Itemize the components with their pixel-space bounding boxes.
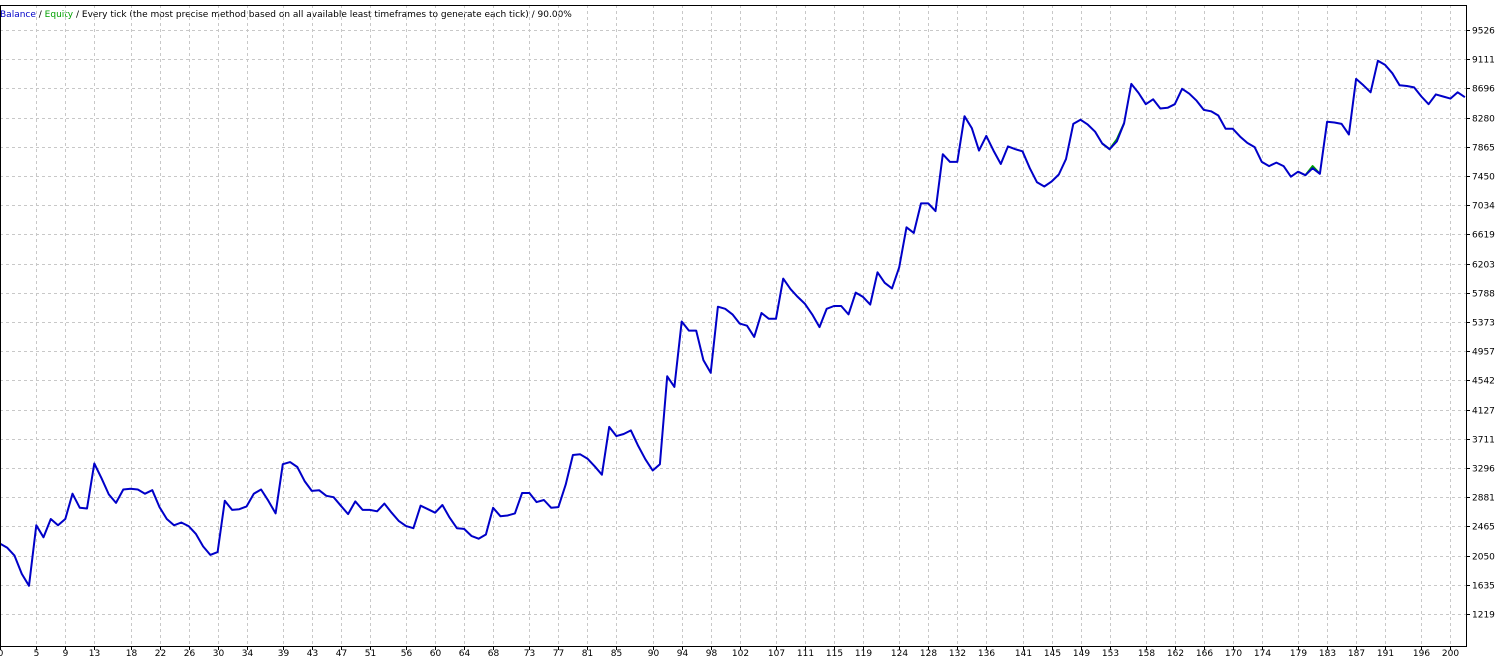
x-tick-label: 34 xyxy=(242,649,254,658)
x-tick-label: 183 xyxy=(1319,649,1336,658)
y-tick-label: 1219 xyxy=(1472,611,1495,621)
x-tick-label: 77 xyxy=(553,649,564,658)
x-tick-label: 9 xyxy=(63,649,69,658)
x-axis: 0 5 9 13 18 22 26 30 34 39 43 47 51 56 60 64 68 73 77 81 85 9… xyxy=(0,646,1459,658)
x-tick-label: 81 xyxy=(582,649,593,658)
x-tick-label: 162 xyxy=(1167,649,1184,658)
x-tick-label: 56 xyxy=(401,649,413,658)
x-tick-label: 179 xyxy=(1290,649,1307,658)
y-tick-label: 3711 xyxy=(1472,436,1495,446)
x-tick-label: 47 xyxy=(336,649,347,658)
x-tick-label: 0 xyxy=(0,649,4,658)
series-layer xyxy=(0,59,1466,587)
grid-lines xyxy=(0,5,1466,646)
x-tick-label: 5 xyxy=(34,649,40,658)
x-tick-label: 64 xyxy=(459,649,471,658)
x-tick-label: 128 xyxy=(920,649,937,658)
x-tick-label: 85 xyxy=(611,649,622,658)
y-tick-label: 4127 xyxy=(1472,407,1495,417)
x-tick-label: 107 xyxy=(768,649,785,658)
y-tick-label: 6203 xyxy=(1472,261,1495,271)
x-tick-label: 187 xyxy=(1348,649,1365,658)
y-tick-label: 8696 xyxy=(1472,85,1495,95)
x-tick-label: 149 xyxy=(1073,649,1090,658)
y-tick-label: 9111 xyxy=(1472,56,1495,66)
y-tick-label: 7034 xyxy=(1472,202,1495,212)
x-tick-label: 39 xyxy=(278,649,290,658)
x-tick-label: 51 xyxy=(365,649,376,658)
x-tick-label: 102 xyxy=(732,649,749,658)
x-tick-label: 119 xyxy=(855,649,872,658)
x-tick-label: 68 xyxy=(488,649,500,658)
x-tick-label: 124 xyxy=(891,649,908,658)
x-tick-label: 18 xyxy=(126,649,138,658)
x-tick-label: 196 xyxy=(1413,649,1430,658)
x-tick-label: 145 xyxy=(1044,649,1061,658)
y-tick-label: 2465 xyxy=(1472,523,1495,533)
y-tick-label: 2881 xyxy=(1472,494,1495,504)
x-tick-label: 30 xyxy=(213,649,225,658)
y-tick-label: 7450 xyxy=(1472,173,1495,183)
balance-line xyxy=(0,59,1466,587)
y-tick-label: 4957 xyxy=(1472,348,1495,358)
x-tick-label: 170 xyxy=(1225,649,1242,658)
y-tick-label: 7865 xyxy=(1472,144,1495,154)
y-tick-label: 5788 xyxy=(1472,290,1495,300)
x-tick-label: 26 xyxy=(184,649,196,658)
x-tick-label: 132 xyxy=(949,649,966,658)
x-tick-label: 115 xyxy=(826,649,843,658)
x-tick-label: 191 xyxy=(1377,649,1394,658)
x-tick-label: 200 xyxy=(1442,649,1459,658)
x-tick-label: 111 xyxy=(797,649,814,658)
x-tick-label: 136 xyxy=(978,649,995,658)
x-tick-label: 73 xyxy=(524,649,535,658)
y-tick-label: 6619 xyxy=(1472,231,1495,241)
x-tick-label: 90 xyxy=(648,649,660,658)
y-tick-label: 2050 xyxy=(1472,553,1495,563)
x-tick-label: 158 xyxy=(1138,649,1155,658)
y-tick-label: 8280 xyxy=(1472,115,1495,125)
x-tick-label: 60 xyxy=(430,649,442,658)
y-tick-label: 3296 xyxy=(1472,465,1495,475)
x-tick-label: 13 xyxy=(89,649,100,658)
x-tick-label: 141 xyxy=(1015,649,1032,658)
y-tick-label: 9526 xyxy=(1472,27,1495,37)
plot-frame xyxy=(0,5,1467,647)
y-tick-label: 4542 xyxy=(1472,377,1495,387)
x-tick-label: 43 xyxy=(307,649,318,658)
x-tick-label: 166 xyxy=(1196,649,1213,658)
x-tick-label: 174 xyxy=(1254,649,1271,658)
x-tick-label: 98 xyxy=(706,649,718,658)
y-axis: 1219 1635 2050 2465 2881 3296 3711 4127 4542 4957… xyxy=(1466,27,1495,621)
balance-equity-chart: 1219 1635 2050 2465 2881 3296 3711 4127 4542 4957… xyxy=(0,5,1495,658)
y-tick-label: 1635 xyxy=(1472,582,1495,592)
x-tick-label: 94 xyxy=(677,649,689,658)
x-tick-label: 153 xyxy=(1102,649,1119,658)
x-tick-label: 22 xyxy=(155,649,166,658)
y-tick-label: 5373 xyxy=(1472,319,1495,329)
